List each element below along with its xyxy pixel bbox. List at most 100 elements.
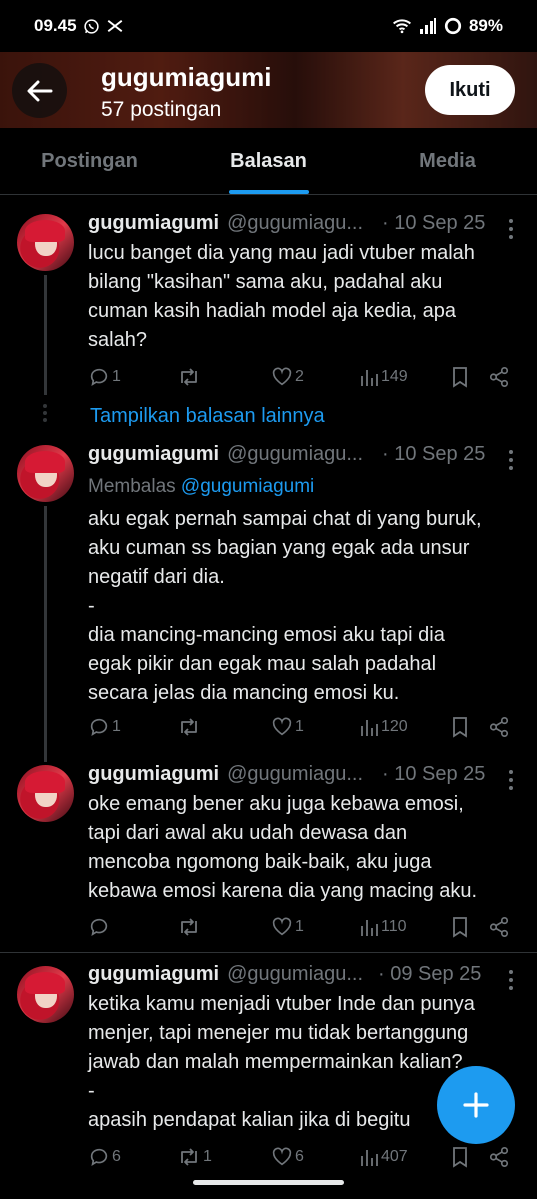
repost-button[interactable] xyxy=(177,364,203,390)
battery-level: 89% xyxy=(468,16,503,35)
post-actions: 1 110 xyxy=(88,914,518,940)
share-icon xyxy=(489,367,509,387)
plus-icon xyxy=(463,1092,489,1118)
views-button[interactable]: 120 xyxy=(359,714,408,740)
back-button[interactable] xyxy=(12,63,67,118)
profile-header: gugumiagumi 57 postingan Ikuti xyxy=(0,52,537,128)
share-button[interactable] xyxy=(488,364,510,390)
post-date[interactable]: · 10 Sep 25 xyxy=(382,763,485,786)
bookmark-button[interactable] xyxy=(450,1144,470,1170)
views-icon xyxy=(361,720,378,736)
post-text: oke emang bener aku juga kebawa emosi, t… xyxy=(88,793,478,902)
follow-button[interactable]: Ikuti xyxy=(425,65,515,115)
profile-tabs: Postingan Balasan Media xyxy=(0,128,537,195)
author-name[interactable]: gugumiagumi xyxy=(88,443,219,466)
bookmark-button[interactable] xyxy=(450,914,470,940)
reply-button[interactable]: 1 xyxy=(88,364,121,390)
views-button[interactable]: 110 xyxy=(359,914,407,940)
views-icon xyxy=(361,920,378,936)
reply-button[interactable] xyxy=(88,914,112,940)
wifi-icon xyxy=(392,18,412,34)
like-count: 2 xyxy=(295,368,304,385)
author-name[interactable]: gugumiagumi xyxy=(88,763,219,786)
reply-count: 1 xyxy=(112,368,121,385)
status-time: 09.45 xyxy=(34,16,77,35)
avatar[interactable] xyxy=(17,214,74,271)
reply-count: 6 xyxy=(112,1148,121,1165)
capcut-icon xyxy=(106,18,124,34)
repost-icon xyxy=(181,368,197,386)
tab-replies[interactable]: Balasan xyxy=(179,128,358,194)
like-button[interactable]: 1 xyxy=(271,914,304,940)
heart-icon xyxy=(272,917,292,936)
more-options-icon[interactable] xyxy=(503,770,519,790)
like-button[interactable]: 2 xyxy=(271,364,304,390)
post-actions: 1 1 120 xyxy=(88,714,518,740)
thread-gap-dots xyxy=(43,404,47,422)
tab-posts[interactable]: Postingan xyxy=(0,128,179,194)
bookmark-button[interactable] xyxy=(450,714,470,740)
compose-button[interactable] xyxy=(437,1066,515,1144)
share-icon xyxy=(489,717,509,737)
divider xyxy=(0,952,537,953)
replying-to-mention[interactable]: @gugumiagumi xyxy=(181,476,314,497)
author-name[interactable]: gugumiagumi xyxy=(88,963,219,986)
reply-button[interactable]: 6 xyxy=(88,1144,121,1170)
home-indicator[interactable] xyxy=(193,1180,344,1185)
post-date[interactable]: · 09 Sep 25 xyxy=(378,963,481,986)
avatar[interactable] xyxy=(17,966,74,1023)
repost-icon xyxy=(181,1148,197,1166)
avatar[interactable] xyxy=(17,765,74,822)
thread-line xyxy=(44,275,47,395)
bookmark-icon xyxy=(453,1147,467,1168)
more-options-icon[interactable] xyxy=(503,219,519,239)
status-bar: 09.45 89% xyxy=(0,0,537,52)
view-count: 120 xyxy=(381,718,408,735)
more-options-icon[interactable] xyxy=(503,970,519,990)
like-button[interactable]: 6 xyxy=(271,1144,304,1170)
repost-button[interactable] xyxy=(177,914,203,940)
more-options-icon[interactable] xyxy=(503,450,519,470)
bookmark-icon xyxy=(453,917,467,938)
repost-button[interactable] xyxy=(177,714,203,740)
views-icon xyxy=(361,370,378,386)
thread-line xyxy=(44,506,47,762)
share-button[interactable] xyxy=(488,914,510,940)
post-date[interactable]: · 10 Sep 25 xyxy=(382,443,485,466)
view-count: 149 xyxy=(381,368,408,385)
bookmark-button[interactable] xyxy=(450,364,470,390)
post-actions: 1 2 149 xyxy=(88,364,518,390)
reply-icon xyxy=(90,1148,108,1167)
repost-icon xyxy=(181,918,197,936)
repost-button[interactable]: 1 xyxy=(177,1144,212,1170)
share-button[interactable] xyxy=(488,1144,510,1170)
author-handle: @gugumiagu... xyxy=(227,443,364,465)
replying-to: Membalas @gugumiagumi xyxy=(88,476,314,498)
like-button[interactable]: 1 xyxy=(271,714,304,740)
repost-icon xyxy=(181,718,197,736)
views-button[interactable]: 407 xyxy=(359,1144,408,1170)
post-text: aku egak pernah sampai chat di yang buru… xyxy=(88,508,482,704)
heart-icon xyxy=(272,367,292,386)
view-count: 110 xyxy=(381,918,407,935)
views-button[interactable]: 149 xyxy=(359,364,408,390)
author-name[interactable]: gugumiagumi xyxy=(88,212,219,235)
tab-media[interactable]: Media xyxy=(358,128,537,194)
reply-button[interactable]: 1 xyxy=(88,714,121,740)
reply-icon xyxy=(90,918,108,937)
heart-icon xyxy=(272,717,292,736)
author-handle: @gugumiagu... xyxy=(227,963,364,985)
post-date[interactable]: · 10 Sep 25 xyxy=(382,212,485,235)
view-count: 407 xyxy=(381,1148,408,1165)
share-button[interactable] xyxy=(488,714,510,740)
avatar[interactable] xyxy=(17,445,74,502)
show-more-replies-link[interactable]: Tampilkan balasan lainnya xyxy=(90,405,325,428)
author-handle: @gugumiagu... xyxy=(227,212,364,234)
reply-icon xyxy=(90,368,108,387)
like-count: 1 xyxy=(295,718,304,735)
reply-icon xyxy=(90,718,108,737)
arrow-left-icon xyxy=(27,80,52,101)
reply-count: 1 xyxy=(112,718,121,735)
views-icon xyxy=(361,1150,378,1166)
battery-icon xyxy=(444,17,462,35)
